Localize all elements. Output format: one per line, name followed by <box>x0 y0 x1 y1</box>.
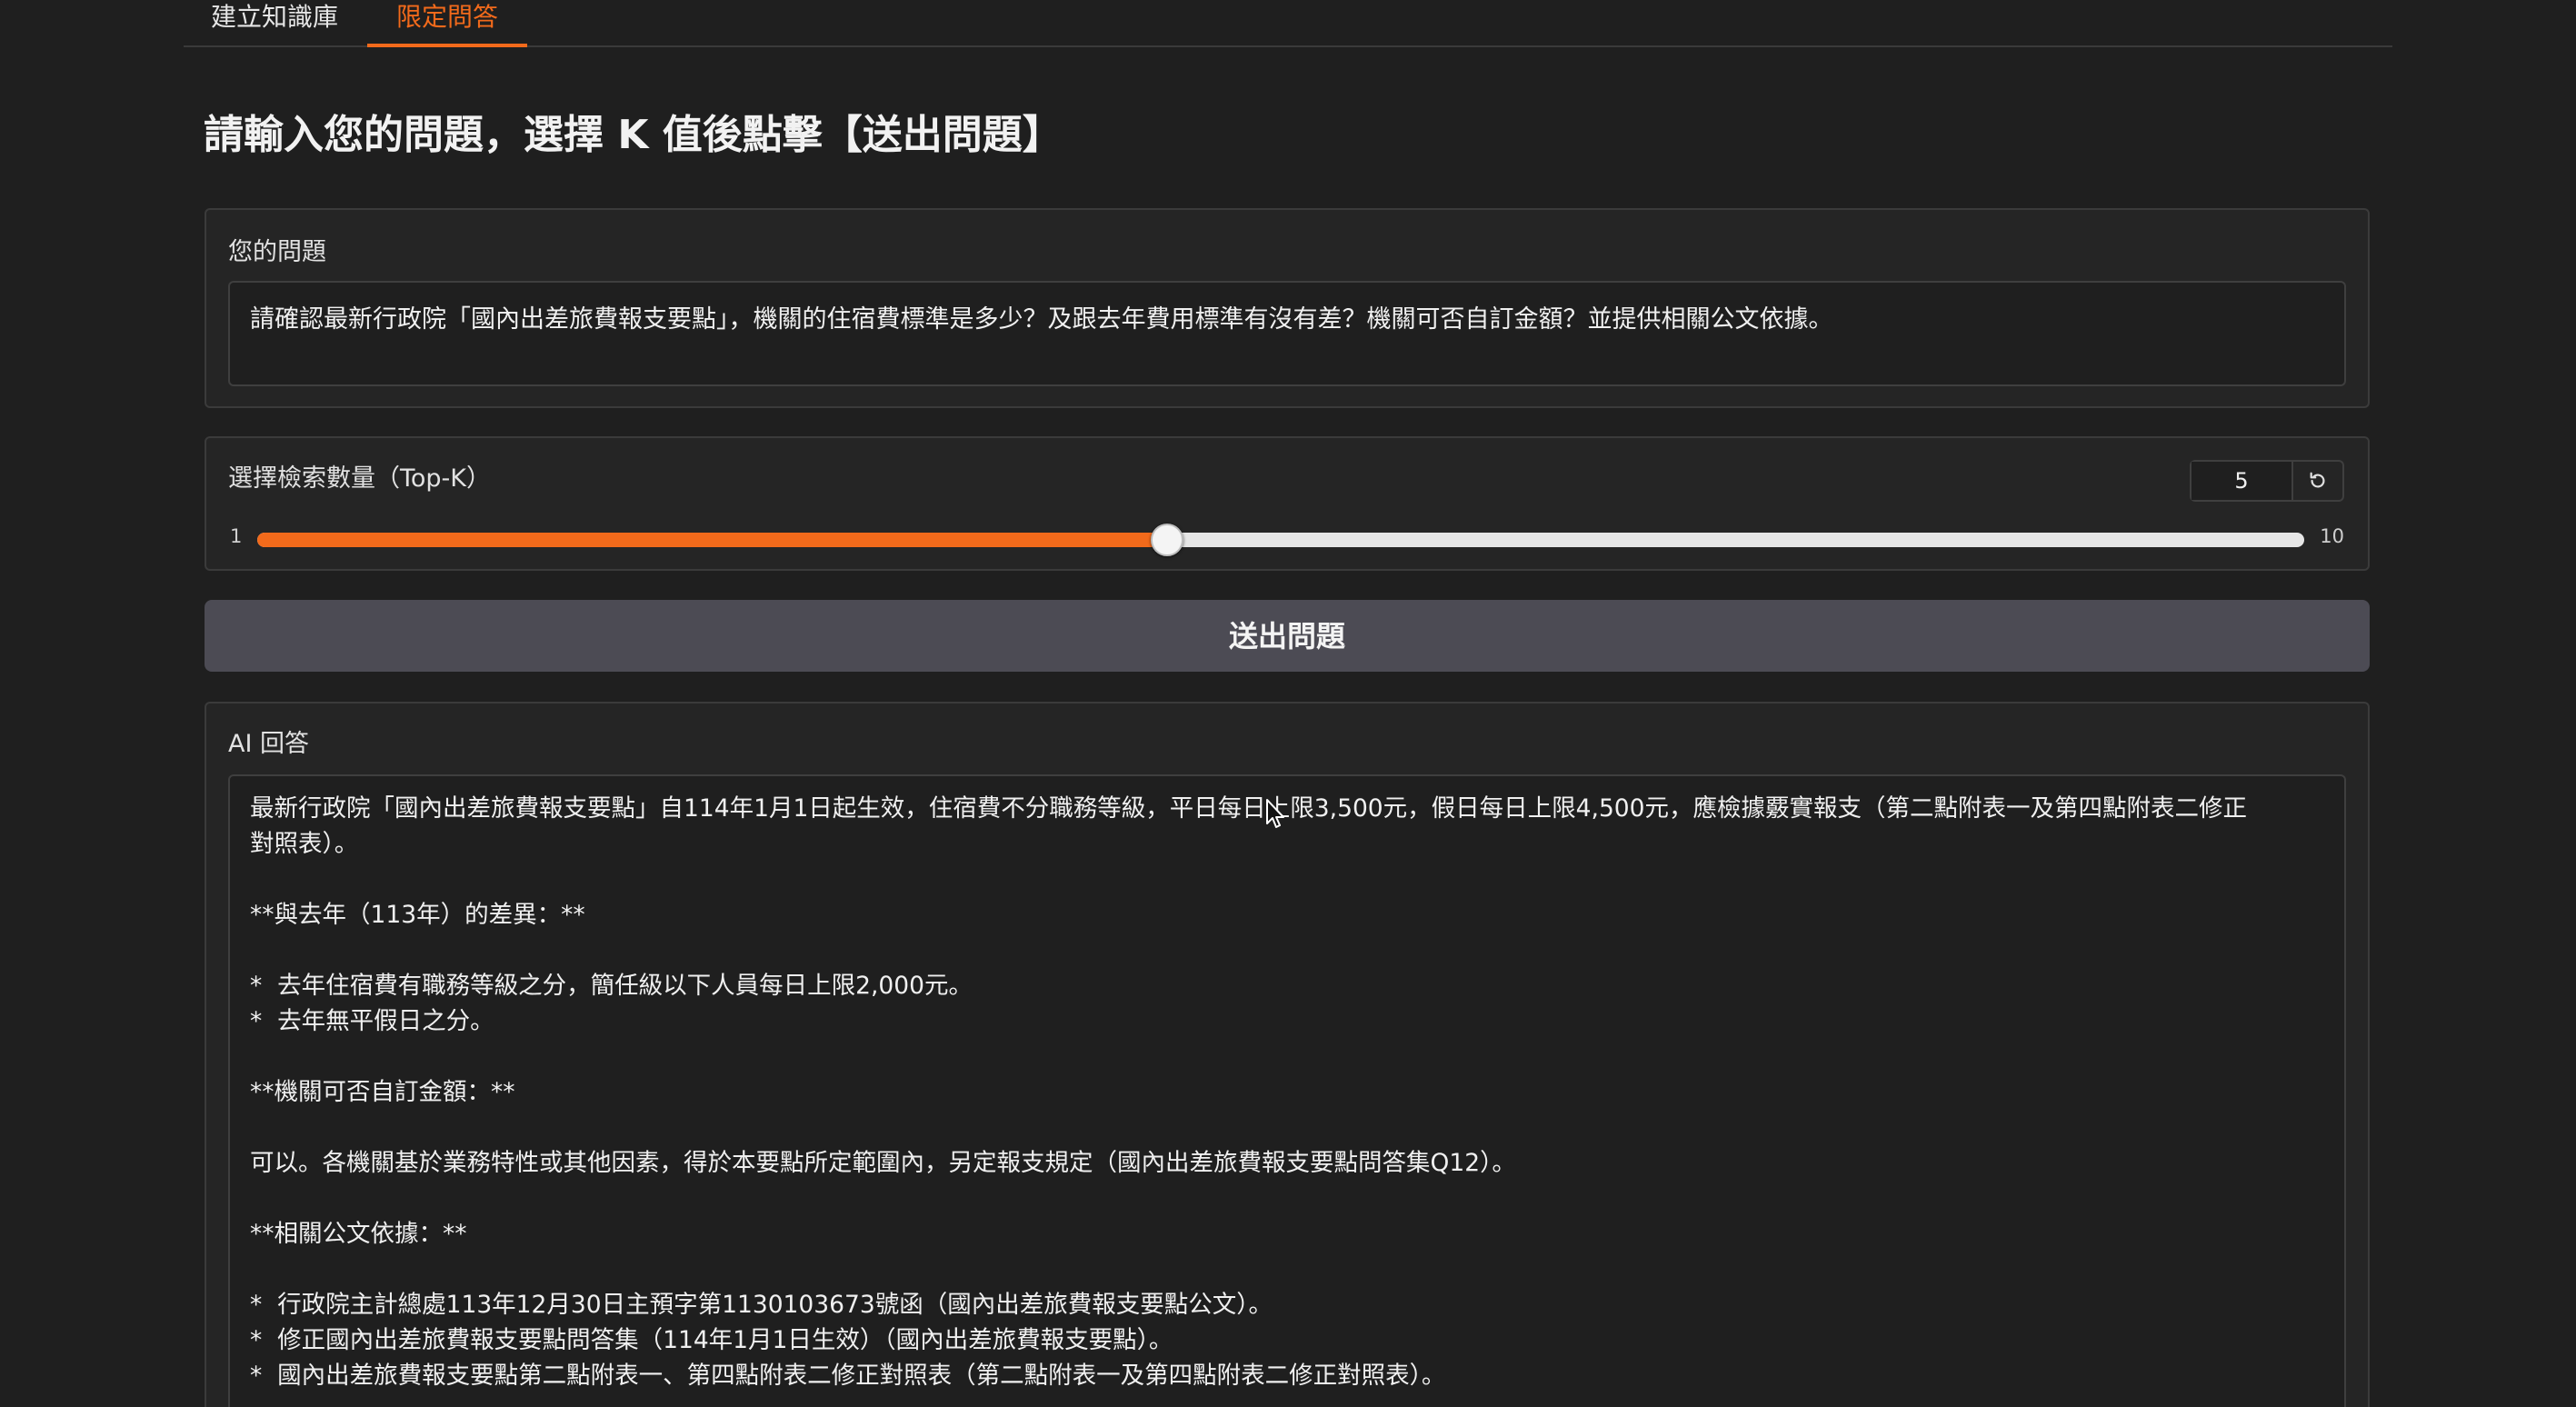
topk-panel: 選擇檢索數量（Top-K） 5 1 10 <box>205 436 2370 571</box>
answer-line <box>250 1181 2324 1216</box>
answer-line: 對照表）。 <box>250 830 359 858</box>
answer-line: 可以。各機關基於業務特性或其他因素，得於本要點所定範圍內，另定報支規定（國內出差… <box>250 1149 1516 1177</box>
answer-line <box>250 933 2324 968</box>
answer-line <box>250 1039 2324 1074</box>
answer-panel: AI 回答 最新行政院「國內出差旅費報支要點」自114年1月1日起生效，住宿費不… <box>205 702 2370 1407</box>
topk-slider[interactable] <box>257 524 2304 556</box>
answer-line: * 修正國內出差旅費報支要點問答集（114年1月1日生效）（國內出差旅費報支要點… <box>250 1326 1173 1354</box>
question-panel: 您的問題 請確認最新行政院「國內出差旅費報支要點」，機關的住宿費標準是多少？及跟… <box>205 208 2370 408</box>
reset-button[interactable] <box>2293 462 2342 500</box>
answer-line: **機關可否自訂金額：** <box>250 1078 515 1106</box>
answer-line: 最新行政院「國內出差旅費報支要點」自114年1月1日起生效，住宿費不分職務等級，… <box>250 794 2248 823</box>
question-input[interactable]: 請確認最新行政院「國內出差旅費報支要點」，機關的住宿費標準是多少？及跟去年費用標… <box>228 281 2346 386</box>
answer-line: * 去年住宿費有職務等級之分，簡任級以下人員每日上限2,000元。 <box>250 972 973 1000</box>
slider-fill <box>257 533 1167 547</box>
answer-line: * 去年無平假日之分。 <box>250 1007 494 1035</box>
answer-line <box>250 1252 2324 1287</box>
answer-line: **與去年（113年）的差異：** <box>250 901 585 929</box>
slider-max-label: 10 <box>2320 525 2344 547</box>
page-title: 請輸入您的問題，選擇 K 值後點擊【送出問題】 <box>204 112 1063 158</box>
answer-line <box>250 862 2324 897</box>
reset-icon <box>2310 472 2325 488</box>
slider-min-label: 1 <box>230 525 243 547</box>
submit-question-button[interactable]: 送出問題 <box>205 600 2370 672</box>
answer-line <box>250 1110 2324 1145</box>
tab-build-knowledge-base[interactable]: 建立知識庫 <box>184 0 365 44</box>
answer-line: * 國內出差旅費報支要點第二點附表一、第四點附表二修正對照表（第二點附表一及第四… <box>250 1362 1446 1390</box>
topk-label: 選擇檢索數量（Top-K） <box>228 464 492 493</box>
slider-handle[interactable] <box>1150 524 1183 556</box>
answer-line: **相關公文依據：** <box>250 1220 467 1248</box>
tab-restricted-qa[interactable]: 限定問答 <box>367 0 527 47</box>
answer-output[interactable]: 最新行政院「國內出差旅費報支要點」自114年1月1日起生效，住宿費不分職務等級，… <box>228 774 2346 1407</box>
answer-line: * 行政院主計總處113年12月30日主預字第1130103673號函（國內出差… <box>250 1291 1273 1319</box>
question-label: 您的問題 <box>228 238 326 266</box>
app-page: 建立知識庫 限定問答 請輸入您的問題，選擇 K 值後點擊【送出問題】 您的問題 … <box>0 0 2576 1407</box>
topk-number-field: 5 <box>2190 460 2344 502</box>
tab-bar: 建立知識庫 限定問答 <box>184 0 2392 47</box>
topk-number-input[interactable]: 5 <box>2192 462 2293 500</box>
answer-label: AI 回答 <box>228 730 310 758</box>
